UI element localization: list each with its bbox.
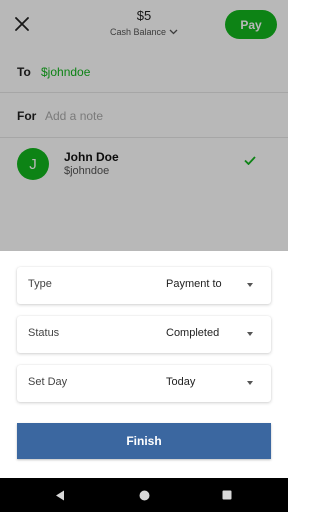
- home-circle-icon: [139, 490, 149, 500]
- select-value: Today: [166, 376, 196, 388]
- bottom-sheet: Type Payment to Status Completed Set Day…: [0, 251, 288, 478]
- dim-overlay[interactable]: [0, 0, 288, 251]
- select-label: Set Day: [28, 376, 68, 388]
- back-triangle-icon: [56, 490, 64, 500]
- recents-square-icon: [222, 490, 232, 500]
- finish-button[interactable]: Finish: [17, 423, 271, 459]
- select-value: Completed: [166, 327, 220, 339]
- dropdown-arrow-icon: [247, 381, 253, 385]
- select-label: Type: [28, 278, 52, 290]
- type-select[interactable]: Type Payment to: [17, 267, 271, 304]
- back-button[interactable]: [40, 478, 80, 512]
- set-day-select[interactable]: Set Day Today: [17, 365, 271, 402]
- recents-button[interactable]: [207, 478, 247, 512]
- dropdown-arrow-icon: [247, 283, 253, 287]
- android-navigation-bar: [0, 478, 288, 512]
- status-select[interactable]: Status Completed: [17, 316, 271, 353]
- dropdown-arrow-icon: [247, 332, 253, 336]
- select-label: Status: [28, 327, 60, 339]
- select-value: Payment to: [166, 278, 222, 290]
- home-button[interactable]: [124, 478, 164, 512]
- payment-screen: $5 Cash Balance Pay To $johndoe For J Jo…: [0, 0, 288, 478]
